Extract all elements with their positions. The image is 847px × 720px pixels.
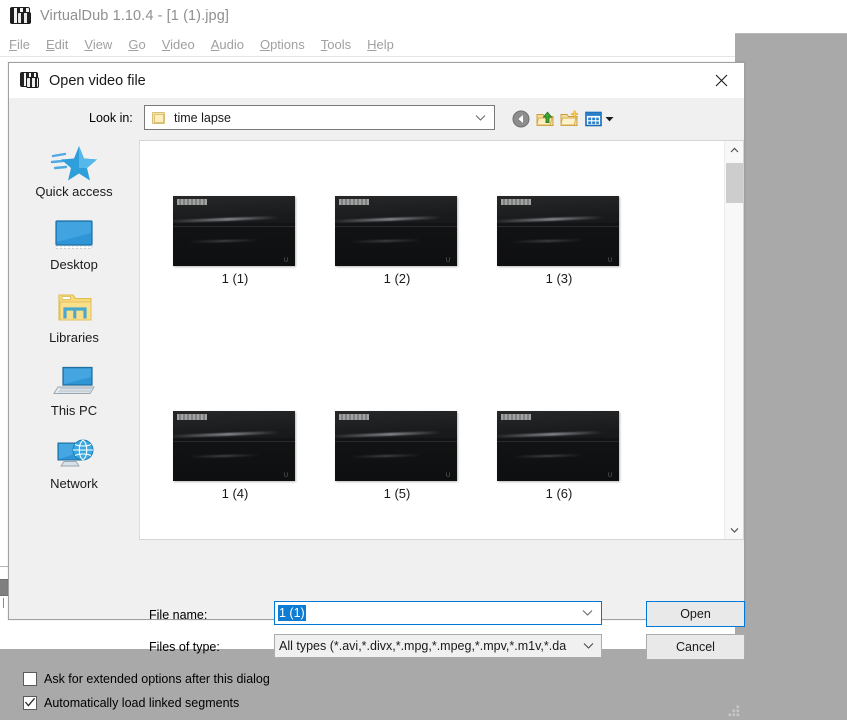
file-thumbnail: ∪ (335, 411, 457, 481)
views-dropdown-arrow[interactable] (605, 107, 619, 131)
list-item[interactable]: ∪ 1 (2) (316, 189, 478, 352)
files-of-type-value: All types (*.avi,*.divx,*.mpg,*.mpeg,*.m… (279, 639, 567, 653)
menu-help[interactable]: Help (367, 37, 394, 52)
new-folder-button[interactable] (557, 107, 581, 131)
list-item-label: 1 (2) (383, 271, 411, 286)
views-button[interactable] (581, 107, 605, 131)
sidebar-item-this-pc[interactable]: This PC (9, 359, 139, 432)
menu-go[interactable]: Go (128, 37, 145, 52)
menu-audio[interactable]: Audio (211, 37, 244, 52)
film-reel-icon (20, 71, 40, 90)
thumbnail-watermark: ∪ (445, 470, 451, 479)
chevron-down-icon[interactable] (583, 643, 594, 650)
list-item[interactable]: ∪ 1 (4) (154, 404, 316, 539)
look-in-combobox[interactable]: time lapse (144, 105, 495, 130)
sidebar-item-desktop[interactable]: Desktop (9, 213, 139, 286)
list-item[interactable]: ∪ 1 (1) (154, 189, 316, 352)
dialog-options: Ask for extended options after this dial… (9, 668, 744, 720)
sidebar-item-libraries[interactable]: Libraries (9, 286, 139, 359)
list-item-label: 1 (1) (221, 271, 249, 286)
menu-options[interactable]: Options (260, 37, 305, 52)
checkbox-label: Automatically load linked segments (44, 696, 240, 710)
thumbnail-watermark: ∪ (607, 255, 613, 264)
dialog-title: Open video file (49, 72, 146, 89)
list-item-label: 1 (5) (383, 486, 411, 501)
thumbnail-watermark: ∪ (445, 255, 451, 264)
dialog-body: Look in: time lapse Quick access Desktop… (9, 98, 745, 717)
back-button[interactable] (509, 107, 533, 131)
ask-extended-options-checkbox[interactable]: Ask for extended options after this dial… (23, 672, 270, 686)
navigation-bar: Look in: time lapse (9, 98, 744, 140)
libraries-folder-icon (51, 286, 97, 330)
files-of-type-combobox[interactable]: All types (*.avi,*.divx,*.mpg,*.mpeg,*.m… (274, 634, 602, 658)
film-reel-icon (10, 6, 32, 26)
open-button[interactable]: Open (646, 601, 745, 627)
sidebar-item-label: Network (50, 476, 98, 491)
menu-edit[interactable]: Edit (46, 37, 68, 52)
navigation-toolbar (509, 106, 619, 132)
file-thumbnail: ∪ (173, 411, 295, 481)
app-title: VirtualDub 1.10.4 - [1 (1).jpg] (40, 8, 230, 24)
list-item-label: 1 (4) (221, 486, 249, 501)
thumbnail-watermark: ∪ (283, 470, 289, 479)
menu-file[interactable]: File (9, 37, 30, 52)
close-icon[interactable] (698, 63, 744, 97)
look-in-value: time lapse (174, 110, 231, 125)
sidebar-item-quick-access[interactable]: Quick access (9, 140, 139, 213)
look-in-label: Look in: (89, 111, 133, 125)
star-icon (50, 140, 98, 184)
monitor-icon (51, 213, 97, 257)
app-titlebar: VirtualDub 1.10.4 - [1 (1).jpg] (0, 0, 735, 32)
network-globe-icon (50, 432, 98, 476)
file-list-items: ∪ 1 (1) ∪ 1 (2) ∪ 1 (3) ∪ 1 (4) ∪ 1 (5) … (140, 141, 724, 539)
file-list[interactable]: ∪ 1 (1) ∪ 1 (2) ∪ 1 (3) ∪ 1 (4) ∪ 1 (5) … (139, 140, 744, 540)
chevron-down-icon (475, 114, 486, 121)
menu-view[interactable]: View (84, 37, 112, 52)
scrollbar-thumb[interactable] (726, 163, 743, 203)
file-name-input[interactable]: 1 (1) (274, 601, 602, 625)
desktop-background (735, 0, 847, 649)
checkbox-label: Ask for extended options after this dial… (44, 672, 270, 686)
app-menubar[interactable]: File Edit View Go Video Audio Options To… (0, 32, 735, 56)
menu-tools[interactable]: Tools (321, 37, 351, 52)
desktop-background-divider (735, 33, 847, 34)
checkbox-box[interactable] (23, 672, 37, 686)
cancel-button[interactable]: Cancel (646, 634, 745, 660)
file-thumbnail: ∪ (173, 196, 295, 266)
sidebar-item-network[interactable]: Network (9, 432, 139, 505)
list-item[interactable]: ∪ 1 (5) (316, 404, 478, 539)
menu-video[interactable]: Video (162, 37, 195, 52)
sidebar-item-label: This PC (50, 403, 98, 418)
file-name-label: File name: (149, 608, 208, 622)
chevron-up-icon[interactable] (725, 141, 743, 159)
list-item-label: 1 (3) (545, 271, 573, 286)
desktop-background-top (735, 0, 847, 33)
thumbnail-watermark: ∪ (283, 255, 289, 264)
file-thumbnail: ∪ (335, 196, 457, 266)
auto-load-linked-segments-checkbox[interactable]: Automatically load linked segments (23, 696, 239, 710)
up-one-level-button[interactable] (533, 107, 557, 131)
list-item[interactable]: ∪ 1 (3) (478, 189, 640, 352)
file-thumbnail: ∪ (497, 196, 619, 266)
laptop-icon (50, 359, 98, 403)
open-video-file-dialog: Open video file Look in: time lapse Quic… (8, 62, 745, 717)
file-name-value: 1 (1) (278, 605, 306, 621)
folder-icon (152, 111, 166, 124)
list-item[interactable]: ∪ 1 (6) (478, 404, 640, 539)
places-sidebar: Quick access Desktop Libraries This PC N… (9, 140, 139, 540)
sidebar-item-label: Libraries (49, 330, 99, 345)
sidebar-item-label: Desktop (50, 257, 98, 272)
resize-grip[interactable] (728, 705, 740, 717)
thumbnail-watermark: ∪ (607, 470, 613, 479)
checkbox-box[interactable] (23, 696, 37, 710)
file-list-scrollbar[interactable] (724, 141, 743, 539)
chevron-down-icon[interactable] (725, 521, 743, 539)
files-of-type-label: Files of type: (149, 640, 220, 654)
file-thumbnail: ∪ (497, 411, 619, 481)
sidebar-item-label: Quick access (35, 184, 113, 199)
list-item-label: 1 (6) (545, 486, 573, 501)
dialog-titlebar: Open video file (9, 63, 744, 98)
chevron-down-icon[interactable] (582, 610, 593, 617)
